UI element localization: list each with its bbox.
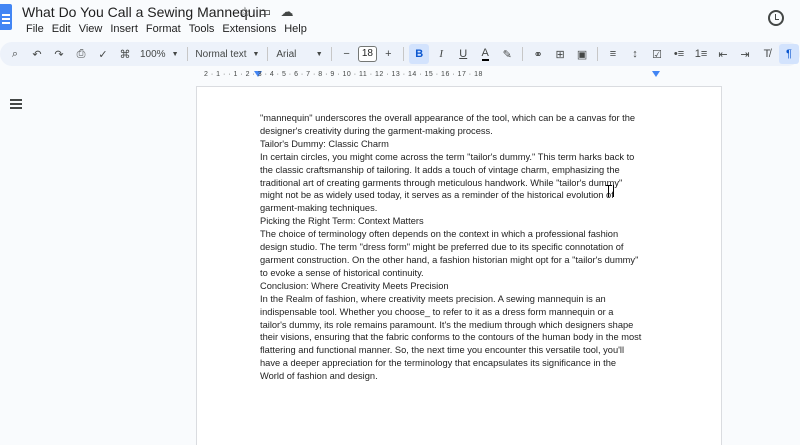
menu-insert[interactable]: Insert xyxy=(106,22,142,36)
toolbar-divider xyxy=(267,47,269,61)
comment-icon[interactable]: ⊞ xyxy=(550,44,570,64)
menu-edit[interactable]: Edit xyxy=(48,22,75,36)
history-icon[interactable] xyxy=(768,10,784,26)
title-bar: What Do You Call a Sewing Mannequin ☆ ▭ … xyxy=(0,0,800,40)
text-line: have a deeper appreciation for the termi… xyxy=(260,358,617,369)
menu-file[interactable]: File xyxy=(22,22,48,36)
folder-icon[interactable]: ▭ xyxy=(258,5,272,19)
menu-help[interactable]: Help xyxy=(280,22,311,36)
heading-line: Conclusion: Where Creativity Meets Preci… xyxy=(260,280,449,291)
text-line: designer's creativity during the garment… xyxy=(260,125,493,136)
document-page[interactable]: "mannequin" underscores the overall appe… xyxy=(196,86,722,445)
document-body[interactable]: "mannequin" underscores the overall appe… xyxy=(260,112,670,383)
text-cursor-icon xyxy=(606,185,614,197)
heading-line: Tailor's Dummy: Classic Charm xyxy=(260,138,389,149)
ruler[interactable]: 2 · 1 · · 1 · 2 · 3 · 4 · 5 · 6 · 7 · 8 … xyxy=(196,69,722,83)
zoom-select[interactable]: 100% ▼ xyxy=(136,44,183,64)
clear-formatting-icon[interactable]: T̸ xyxy=(757,44,777,64)
text-color-button[interactable]: A xyxy=(475,44,495,64)
decrease-indent-icon[interactable]: ⇤ xyxy=(713,44,733,64)
redo-icon[interactable]: ↷ xyxy=(49,44,69,64)
toolbar-divider xyxy=(522,47,524,61)
menu-bar: File Edit View Insert Format Tools Exten… xyxy=(22,22,311,36)
outline-icon-line xyxy=(10,103,22,105)
paint-format-icon[interactable]: ⌘ xyxy=(115,44,135,64)
chevron-down-icon: ▼ xyxy=(171,50,179,58)
toolbar-divider xyxy=(403,47,405,61)
menu-tools[interactable]: Tools xyxy=(185,22,219,36)
menu-format[interactable]: Format xyxy=(142,22,185,36)
text-line: indispensable tool. Whether you choose_ … xyxy=(260,306,614,317)
text-line: their visions, ensuring that the fabric … xyxy=(260,332,642,343)
zoom-value: 100% xyxy=(140,48,166,60)
bold-button[interactable]: B xyxy=(409,44,430,64)
font-size-input[interactable]: 18 xyxy=(357,46,378,62)
outline-icon[interactable] xyxy=(10,99,22,109)
print-icon[interactable]: ⎙ xyxy=(71,44,91,64)
text-line: garment-making techniques. xyxy=(260,203,378,214)
search-menus-icon[interactable]: ⌕ xyxy=(5,44,25,64)
toolbar: ⌕ ↶ ↷ ⎙ ✓ ⌘ 100% ▼ Normal text ▼ Arial ▼ − … xyxy=(0,42,800,66)
heading-line: Picking the Right Term: Context Matters xyxy=(260,216,424,227)
chevron-down-icon: ▼ xyxy=(315,50,323,58)
chevron-down-icon: ▼ xyxy=(252,50,260,58)
image-icon[interactable]: ▣ xyxy=(572,44,592,64)
outline-icon-line xyxy=(10,99,22,101)
font-value: Arial xyxy=(276,48,297,60)
style-value: Normal text xyxy=(195,48,247,60)
text-color-label: A xyxy=(481,46,489,61)
menu-view[interactable]: View xyxy=(75,22,107,36)
numbered-list-icon[interactable]: 1≡ xyxy=(691,44,711,64)
ruler-scale: 2 · 1 · · 1 · 2 · 3 · 4 · 5 · 6 · 7 · 8 … xyxy=(204,71,483,78)
text-line: design studio. The term "dress form" mig… xyxy=(260,242,624,253)
checklist-icon[interactable]: ☑ xyxy=(647,44,667,64)
text-line: to evoke a sense of historical continuit… xyxy=(260,267,424,278)
docs-logo-icon[interactable] xyxy=(0,4,12,30)
text-line: the classic craftsmanship of tailoring. … xyxy=(260,164,620,175)
text-line: "mannequin" underscores the overall appe… xyxy=(260,113,636,123)
text-line: In certain circles, you might come acros… xyxy=(260,151,635,162)
text-line: tailor's dummy, its role remains paramou… xyxy=(260,319,634,330)
increase-font-size-button[interactable]: + xyxy=(378,44,398,64)
text-line: The choice of terminology often depends … xyxy=(260,229,619,240)
text-line: In the Realm of fashion, where creativit… xyxy=(260,293,606,304)
text-line: flattering and functional manner. So, th… xyxy=(260,345,625,356)
style-select[interactable]: Normal text ▼ xyxy=(191,44,263,64)
font-select[interactable]: Arial ▼ xyxy=(272,44,326,64)
outline-icon-line xyxy=(10,107,22,109)
bulleted-list-icon[interactable]: •≡ xyxy=(669,44,689,64)
underline-button[interactable]: U xyxy=(453,44,473,64)
cloud-icon[interactable]: ☁ xyxy=(280,5,294,19)
text-line: garment construction. On the other hand,… xyxy=(260,254,639,265)
text-line: World of fashion and design. xyxy=(260,371,378,382)
document-title[interactable]: What Do You Call a Sewing Mannequin xyxy=(22,4,266,20)
toolbar-divider xyxy=(597,47,598,61)
spellcheck-icon[interactable]: ✓ xyxy=(93,44,113,64)
link-icon[interactable]: ⚭ xyxy=(528,44,548,64)
italic-button[interactable]: I xyxy=(431,44,451,64)
increase-indent-icon[interactable]: ⇥ xyxy=(735,44,755,64)
right-indent-marker[interactable] xyxy=(652,71,660,77)
line-spacing-icon[interactable]: ↕ xyxy=(625,44,645,64)
decrease-font-size-button[interactable]: − xyxy=(337,44,357,64)
align-icon[interactable]: ≡ xyxy=(603,44,623,64)
toolbar-divider xyxy=(186,47,188,61)
menu-extensions[interactable]: Extensions xyxy=(218,22,280,36)
star-icon[interactable]: ☆ xyxy=(238,5,252,19)
highlight-icon[interactable]: ✎ xyxy=(497,44,517,64)
undo-icon[interactable]: ↶ xyxy=(27,44,47,64)
toolbar-divider xyxy=(330,47,332,61)
paragraph-icon[interactable]: ¶ xyxy=(779,44,799,64)
